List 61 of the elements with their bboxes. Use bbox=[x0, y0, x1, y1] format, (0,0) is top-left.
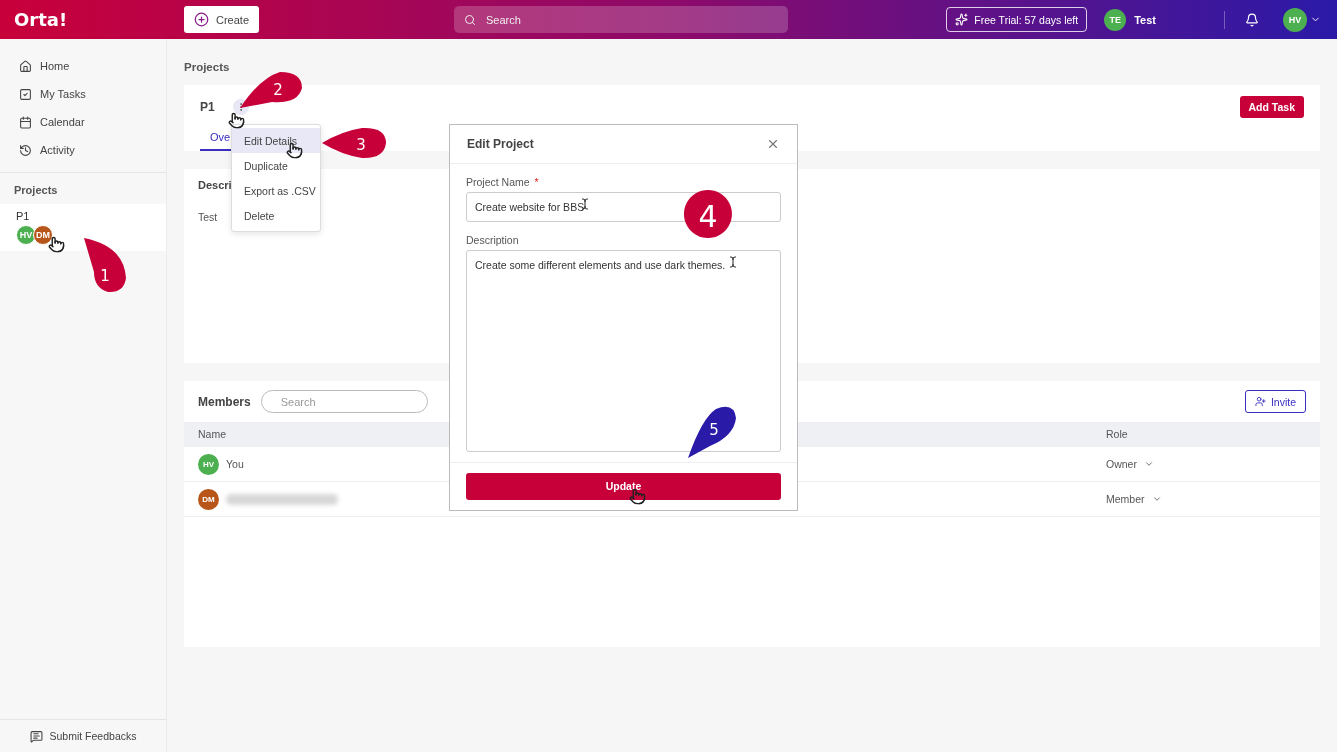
sidebar-item[interactable]: My Tasks bbox=[0, 80, 166, 108]
plus-icon bbox=[194, 12, 209, 27]
logo[interactable]: Orta! bbox=[14, 9, 184, 30]
search-input[interactable]: Search bbox=[484, 12, 779, 27]
sparkle-icon bbox=[955, 13, 969, 26]
search-icon bbox=[464, 13, 477, 26]
required-mark: * bbox=[534, 175, 539, 188]
role-dropdown[interactable]: Member bbox=[1106, 493, 1162, 505]
section-heading: Projects bbox=[13, 183, 59, 198]
add-task-button[interactable]: Add Task bbox=[1239, 96, 1304, 118]
sidebar-item[interactable]: Activity bbox=[0, 136, 166, 164]
home-icon bbox=[19, 59, 32, 73]
avatar: DM bbox=[198, 488, 219, 510]
callout-marker: 1 bbox=[84, 238, 126, 292]
menu-item[interactable]: Delete bbox=[232, 203, 320, 228]
dialog-title: Edit Project bbox=[467, 136, 534, 151]
sidebar-item[interactable]: Home bbox=[0, 52, 166, 80]
card-heading: Descri bbox=[198, 179, 232, 191]
avatar: HV bbox=[198, 453, 219, 475]
search-field[interactable]: Search bbox=[454, 6, 789, 33]
card-heading: Members bbox=[198, 394, 251, 409]
pointer-icon bbox=[48, 236, 65, 253]
chevron-down-icon bbox=[1151, 494, 1162, 504]
calendar-icon bbox=[19, 115, 32, 129]
avatar: DM bbox=[33, 225, 53, 245]
update-button[interactable]: Update bbox=[466, 472, 781, 500]
pointer-icon bbox=[228, 112, 245, 129]
invite-button[interactable]: Invite bbox=[1244, 390, 1306, 413]
column-header: Role bbox=[1106, 428, 1128, 440]
page-heading: Projects bbox=[184, 61, 231, 73]
menu-item[interactable]: Export as .CSV bbox=[232, 178, 320, 203]
trial-badge[interactable]: Free Trial: 57 days left bbox=[946, 7, 1088, 32]
menu-item[interactable]: Duplicate bbox=[232, 153, 320, 178]
feedback-button[interactable]: Submit Feedbacks bbox=[0, 719, 166, 752]
search-input[interactable]: Search bbox=[278, 394, 425, 409]
column-header: Name bbox=[198, 428, 226, 440]
project-title: P1 bbox=[200, 100, 215, 114]
member-name: You bbox=[226, 458, 244, 470]
callout-marker: 2 bbox=[240, 72, 302, 108]
project-name: P1 bbox=[16, 210, 31, 222]
callout-marker: 4 bbox=[684, 190, 732, 238]
role-dropdown[interactable]: Owner bbox=[1106, 458, 1154, 470]
callout-marker: 3 bbox=[322, 127, 386, 159]
create-button[interactable]: Create bbox=[184, 6, 260, 33]
field-label: Project Name bbox=[466, 175, 530, 188]
chevron-down-icon bbox=[1143, 459, 1154, 469]
text-cursor-icon bbox=[727, 256, 739, 268]
description-text: Test bbox=[198, 211, 218, 223]
notification-icon[interactable] bbox=[1245, 12, 1259, 27]
avatar: TE bbox=[1104, 8, 1127, 31]
checkbox-icon bbox=[19, 87, 32, 101]
avatar: HV bbox=[16, 225, 36, 245]
workspace-name[interactable]: Test bbox=[1134, 13, 1156, 26]
callout-marker: 5 bbox=[688, 406, 736, 458]
project-item[interactable]: P1 HV DM bbox=[0, 204, 166, 251]
sidebar-item[interactable]: Calendar bbox=[0, 108, 166, 136]
menu-item[interactable]: Edit Details bbox=[232, 128, 320, 153]
history-icon bbox=[19, 143, 32, 157]
field-label: Description bbox=[466, 233, 519, 246]
message-icon bbox=[29, 729, 43, 743]
user-plus-icon bbox=[1254, 396, 1266, 407]
